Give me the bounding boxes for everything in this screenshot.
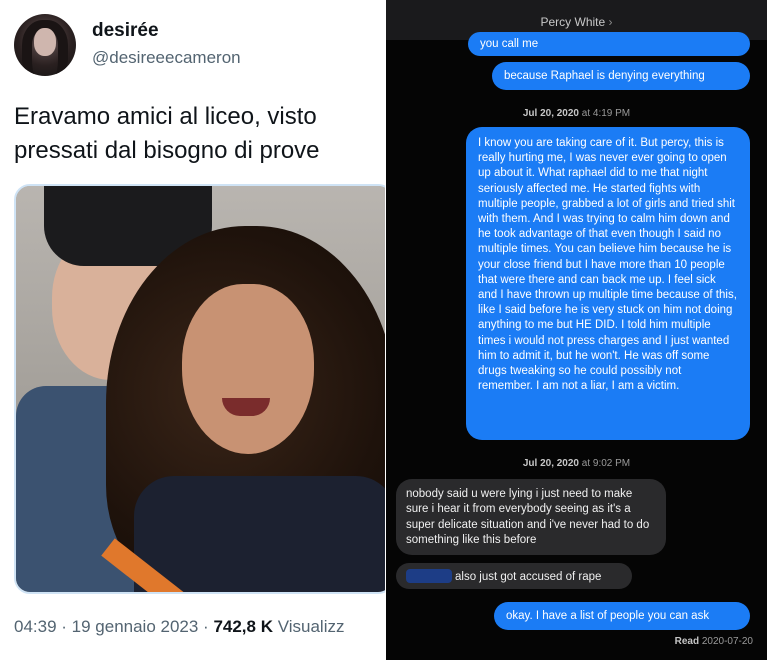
- messages-panel: Percy White › you call me because Raphae…: [386, 0, 767, 660]
- chevron-right-icon: ›: [608, 15, 613, 29]
- tweet-text-line: Eravamo amici al liceo, visto: [14, 103, 317, 130]
- avatar[interactable]: [14, 14, 76, 76]
- display-name[interactable]: desirée: [92, 20, 159, 42]
- sent-message[interactable]: because Raphael is denying everything: [492, 62, 750, 90]
- tweet-text-line: pressati dal bisogno di prove: [14, 137, 320, 164]
- user-handle[interactable]: @desireeecameron: [92, 48, 241, 68]
- read-receipt: Read 2020-07-20: [674, 636, 753, 647]
- views-label: Visualizz: [272, 617, 345, 636]
- tweet-panel: desirée @desireeecameron Eravamo amici a…: [0, 0, 385, 660]
- sent-message[interactable]: you call me: [468, 32, 750, 56]
- contact-name-button[interactable]: Percy White ›: [386, 15, 767, 29]
- tweet-timestamp[interactable]: 04:39 · 19 gennaio 2023 ·: [14, 617, 213, 636]
- redaction-block: [406, 569, 452, 583]
- sent-message[interactable]: I know you are taking care of it. But pe…: [466, 127, 750, 440]
- received-message[interactable]: nobody said u were lying i just need to …: [396, 479, 666, 555]
- message-timestamp: Jul 20, 2020 at 4:19 PM: [522, 108, 631, 119]
- view-count: 742,8 K: [213, 617, 273, 636]
- sent-message[interactable]: okay. I have a list of people you can as…: [494, 602, 750, 630]
- contact-name: Percy White: [540, 15, 606, 29]
- received-message[interactable]: also just got accused of rape: [396, 563, 632, 589]
- message-timestamp: Jul 20, 2020 at 9:02 PM: [522, 458, 631, 469]
- tweet-text: Eravamo amici al liceo, visto pressati d…: [14, 100, 385, 168]
- tweet-meta: 04:39 · 19 gennaio 2023 · 742,8 K Visual…: [14, 617, 344, 637]
- tweet-photo[interactable]: [14, 184, 385, 594]
